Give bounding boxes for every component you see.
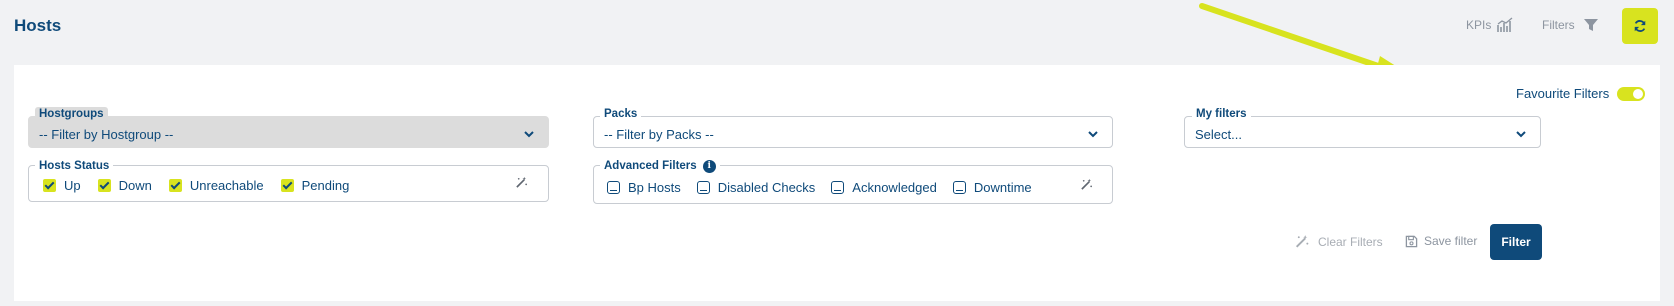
checkbox-unchecked-icon bbox=[952, 181, 966, 194]
advanced-filters-checks: Bp Hosts Disabled Checks Acknowledged Do… bbox=[607, 180, 1032, 195]
my-filters-select-value: Select... bbox=[1195, 126, 1242, 142]
checkbox-checked-icon bbox=[43, 179, 56, 192]
save-filter-button[interactable]: Save filter bbox=[1405, 234, 1477, 248]
chevron-down-icon bbox=[524, 131, 534, 138]
hosts-status-checks: Up Down Unreachable Pending bbox=[43, 178, 349, 193]
checkbox-label: Bp Hosts bbox=[628, 180, 681, 195]
status-down-checkbox[interactable]: Down bbox=[97, 178, 152, 193]
info-icon[interactable]: i bbox=[702, 159, 716, 173]
hosts-status-label: Hosts Status bbox=[35, 159, 114, 173]
funnel-icon bbox=[1583, 19, 1598, 31]
hostgroups-label: Hostgroups bbox=[35, 107, 108, 121]
my-filters-label: My filters bbox=[1192, 107, 1251, 121]
checkbox-unchecked-icon bbox=[831, 181, 845, 194]
favourite-filters-toggle[interactable] bbox=[1617, 86, 1646, 101]
chevron-down-icon bbox=[1516, 131, 1526, 138]
disabled-checks-checkbox[interactable]: Disabled Checks bbox=[696, 180, 816, 195]
advanced-filters-label: Advanced Filters bbox=[604, 160, 697, 172]
kpis-label: KPIs bbox=[1466, 18, 1492, 32]
acknowledged-checkbox[interactable]: Acknowledged bbox=[831, 180, 937, 195]
checkbox-unchecked-icon bbox=[696, 181, 710, 194]
checkbox-label: Unreachable bbox=[189, 178, 264, 193]
checkbox-label: Pending bbox=[301, 178, 350, 193]
status-unreachable-checkbox[interactable]: Unreachable bbox=[168, 178, 264, 193]
clear-filters-button[interactable]: Clear Filters bbox=[1294, 234, 1383, 249]
checkbox-checked-icon bbox=[280, 179, 294, 192]
refresh-icon bbox=[1634, 20, 1646, 32]
checkbox-checked-icon bbox=[168, 179, 182, 192]
filter-button[interactable]: Filter bbox=[1490, 224, 1542, 260]
checkbox-unchecked-icon bbox=[607, 181, 620, 194]
chevron-down-icon bbox=[1088, 131, 1098, 138]
checkbox-label: Down bbox=[118, 178, 152, 193]
clear-filters-label: Clear Filters bbox=[1318, 234, 1383, 249]
refresh-button[interactable] bbox=[1622, 8, 1658, 44]
magic-wand-reset-icon[interactable] bbox=[1080, 178, 1093, 191]
hostgroup-select[interactable]: -- Filter by Hostgroup -- bbox=[28, 116, 549, 148]
magic-wand-reset-icon[interactable] bbox=[515, 176, 528, 189]
chart-icon bbox=[1497, 17, 1513, 32]
packs-select-value: -- Filter by Packs -- bbox=[604, 126, 714, 142]
hostgroup-select-value: -- Filter by Hostgroup -- bbox=[39, 126, 174, 142]
checkbox-label: Disabled Checks bbox=[717, 180, 816, 195]
magic-wand-icon bbox=[1295, 235, 1309, 248]
filters-toggle-button[interactable]: Filters bbox=[1542, 17, 1599, 33]
save-filter-label: Save filter bbox=[1424, 234, 1478, 248]
checkbox-label: Up bbox=[64, 178, 81, 193]
filters-label: Filters bbox=[1542, 18, 1575, 32]
status-up-checkbox[interactable]: Up bbox=[43, 178, 81, 193]
kpis-button[interactable]: KPIs bbox=[1466, 17, 1513, 33]
checkbox-label: Downtime bbox=[973, 180, 1032, 195]
checkbox-label: Acknowledged bbox=[852, 180, 937, 195]
save-icon bbox=[1405, 235, 1418, 247]
checkbox-checked-icon bbox=[97, 179, 111, 192]
packs-select[interactable]: -- Filter by Packs -- bbox=[593, 116, 1113, 148]
favourite-filters-label: Favourite Filters bbox=[1516, 86, 1610, 101]
favourite-filters: Favourite Filters bbox=[1516, 86, 1646, 101]
downtime-checkbox[interactable]: Downtime bbox=[952, 180, 1032, 195]
advanced-filters-header: Advanced Filters i bbox=[600, 159, 720, 173]
packs-label: Packs bbox=[600, 107, 642, 121]
page-title: Hosts bbox=[14, 16, 62, 35]
status-pending-checkbox[interactable]: Pending bbox=[280, 178, 350, 193]
bp-hosts-checkbox[interactable]: Bp Hosts bbox=[607, 180, 681, 195]
